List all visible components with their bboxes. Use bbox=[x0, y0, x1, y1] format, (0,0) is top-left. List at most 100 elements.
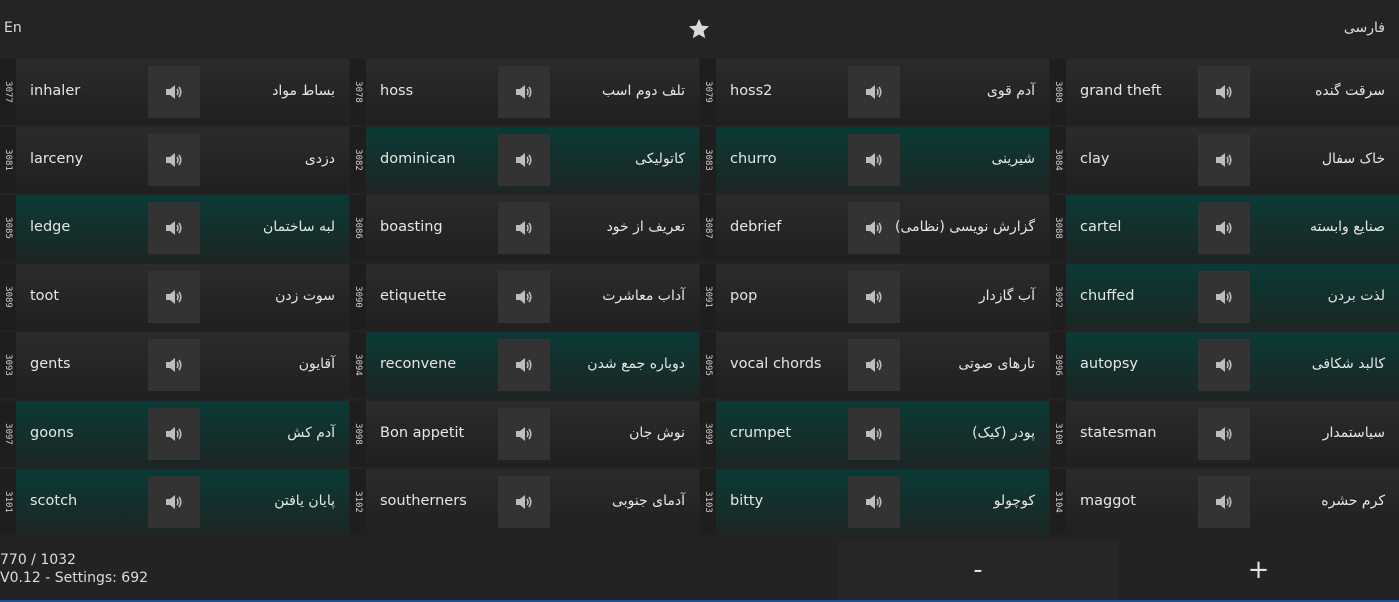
word-card[interactable]: 3089 toot سوت زدن bbox=[0, 264, 349, 330]
play-audio-button[interactable] bbox=[498, 339, 550, 391]
card-body[interactable]: scotch پایان یافتن bbox=[16, 469, 349, 535]
play-audio-button[interactable] bbox=[148, 339, 200, 391]
word-card[interactable]: 3097 goons آدم کش bbox=[0, 401, 349, 467]
word-card[interactable]: 3104 maggot کرم حشره bbox=[1050, 469, 1399, 535]
play-audio-button[interactable] bbox=[1198, 339, 1250, 391]
word-card[interactable]: 3096 autopsy کالبد شکافی bbox=[1050, 332, 1399, 398]
play-audio-button[interactable] bbox=[848, 271, 900, 323]
word-card[interactable]: 3101 scotch پایان یافتن bbox=[0, 469, 349, 535]
word-card[interactable]: 3095 vocal chords تارهای صوتی bbox=[700, 332, 1049, 398]
word-card[interactable]: 3077 inhaler بساط مواد bbox=[0, 59, 349, 125]
card-body[interactable]: southerners آدمای جنوبی bbox=[366, 469, 699, 535]
card-body[interactable]: maggot کرم حشره bbox=[1066, 469, 1399, 535]
play-audio-button[interactable] bbox=[498, 134, 550, 186]
word-card[interactable]: 3103 bitty کوچولو bbox=[700, 469, 1049, 535]
card-body[interactable]: inhaler بساط مواد bbox=[16, 59, 349, 125]
play-audio-button[interactable] bbox=[498, 408, 550, 460]
card-body[interactable]: hoss2 آدم قوی bbox=[716, 59, 1049, 125]
play-audio-button[interactable] bbox=[1198, 408, 1250, 460]
word-card[interactable]: 3098 Bon appetit نوش جان bbox=[350, 401, 699, 467]
word-card[interactable]: 3092 chuffed لذت بردن bbox=[1050, 264, 1399, 330]
card-body[interactable]: ledge لبه ساختمان bbox=[16, 195, 349, 261]
word-card[interactable]: 3083 churro شیرینی bbox=[700, 127, 1049, 193]
english-word: scotch bbox=[30, 493, 78, 509]
play-audio-button[interactable] bbox=[148, 476, 200, 528]
star-icon[interactable] bbox=[687, 18, 711, 40]
word-card[interactable]: 3100 statesman سیاستمدار bbox=[1050, 401, 1399, 467]
play-audio-button[interactable] bbox=[498, 202, 550, 254]
word-card[interactable]: 3094 reconvene دوباره جمع شدن bbox=[350, 332, 699, 398]
word-card[interactable]: 3093 gents آقایون bbox=[0, 332, 349, 398]
play-audio-button[interactable] bbox=[148, 202, 200, 254]
word-card[interactable]: 3081 larceny دزدی bbox=[0, 127, 349, 193]
card-body[interactable]: toot سوت زدن bbox=[16, 264, 349, 330]
card-body[interactable]: vocal chords تارهای صوتی bbox=[716, 332, 1049, 398]
card-body[interactable]: Bon appetit نوش جان bbox=[366, 401, 699, 467]
card-body[interactable]: churro شیرینی bbox=[716, 127, 1049, 193]
word-card[interactable]: 3078 hoss تلف دوم اسب bbox=[350, 59, 699, 125]
increase-button[interactable]: + bbox=[1118, 540, 1399, 600]
word-card[interactable]: 3087 debrief گزارش نویسی (نظامی) bbox=[700, 195, 1049, 261]
word-card[interactable]: 3086 boasting تعریف از خود bbox=[350, 195, 699, 261]
card-body[interactable]: gents آقایون bbox=[16, 332, 349, 398]
persian-word: آقایون bbox=[298, 356, 335, 372]
word-card[interactable]: 3079 hoss2 آدم قوی bbox=[700, 59, 1049, 125]
play-audio-button[interactable] bbox=[848, 476, 900, 528]
persian-word: سرقت گنده bbox=[1315, 83, 1385, 99]
card-body[interactable]: etiquette آداب معاشرت bbox=[366, 264, 699, 330]
card-body[interactable]: statesman سیاستمدار bbox=[1066, 401, 1399, 467]
play-audio-button[interactable] bbox=[498, 476, 550, 528]
play-audio-button[interactable] bbox=[148, 408, 200, 460]
play-audio-button[interactable] bbox=[148, 271, 200, 323]
play-audio-button[interactable] bbox=[498, 271, 550, 323]
card-body[interactable]: goons آدم کش bbox=[16, 401, 349, 467]
card-row: 3097 goons آدم کش 3098 Bon appetit نوش جان 309… bbox=[0, 401, 1399, 467]
card-body[interactable]: cartel صنایع وابسته bbox=[1066, 195, 1399, 261]
play-audio-button[interactable] bbox=[848, 134, 900, 186]
play-audio-button[interactable] bbox=[1198, 202, 1250, 254]
persian-word: آدم قوی bbox=[986, 83, 1035, 99]
persian-word: آب گازدار bbox=[978, 288, 1035, 304]
card-body[interactable]: grand theft سرقت گنده bbox=[1066, 59, 1399, 125]
play-audio-button[interactable] bbox=[1198, 476, 1250, 528]
card-body[interactable]: clay خاک سفال bbox=[1066, 127, 1399, 193]
english-word: hoss2 bbox=[730, 83, 773, 99]
play-audio-button[interactable] bbox=[1198, 271, 1250, 323]
decrease-button[interactable]: - bbox=[838, 540, 1118, 600]
card-body[interactable]: hoss تلف دوم اسب bbox=[366, 59, 699, 125]
english-word: dominican bbox=[380, 151, 456, 167]
card-body[interactable]: chuffed لذت بردن bbox=[1066, 264, 1399, 330]
word-card[interactable]: 3099 crumpet پودر (کیک) bbox=[700, 401, 1049, 467]
card-body[interactable]: reconvene دوباره جمع شدن bbox=[366, 332, 699, 398]
card-body[interactable]: boasting تعریف از خود bbox=[366, 195, 699, 261]
play-audio-button[interactable] bbox=[848, 202, 900, 254]
word-card[interactable]: 3085 ledge لبه ساختمان bbox=[0, 195, 349, 261]
persian-word: لذت بردن bbox=[1327, 288, 1385, 304]
language-english-toggle[interactable]: En bbox=[4, 20, 22, 36]
word-card[interactable]: 3102 southerners آدمای جنوبی bbox=[350, 469, 699, 535]
word-card[interactable]: 3088 cartel صنایع وابسته bbox=[1050, 195, 1399, 261]
word-card[interactable]: 3080 grand theft سرقت گنده bbox=[1050, 59, 1399, 125]
card-body[interactable]: pop آب گازدار bbox=[716, 264, 1049, 330]
card-body[interactable]: dominican کاتولیکی bbox=[366, 127, 699, 193]
card-number: 3100 bbox=[1050, 401, 1066, 467]
play-audio-button[interactable] bbox=[848, 339, 900, 391]
play-audio-button[interactable] bbox=[498, 66, 550, 118]
play-audio-button[interactable] bbox=[148, 66, 200, 118]
play-audio-button[interactable] bbox=[1198, 66, 1250, 118]
card-body[interactable]: bitty کوچولو bbox=[716, 469, 1049, 535]
card-body[interactable]: larceny دزدی bbox=[16, 127, 349, 193]
card-body[interactable]: crumpet پودر (کیک) bbox=[716, 401, 1049, 467]
play-audio-button[interactable] bbox=[848, 408, 900, 460]
card-number: 3099 bbox=[700, 401, 716, 467]
play-audio-button[interactable] bbox=[1198, 134, 1250, 186]
play-audio-button[interactable] bbox=[848, 66, 900, 118]
word-card[interactable]: 3090 etiquette آداب معاشرت bbox=[350, 264, 699, 330]
word-card[interactable]: 3084 clay خاک سفال bbox=[1050, 127, 1399, 193]
play-audio-button[interactable] bbox=[148, 134, 200, 186]
language-persian-toggle[interactable]: فارسی bbox=[1344, 20, 1385, 36]
card-body[interactable]: autopsy کالبد شکافی bbox=[1066, 332, 1399, 398]
word-card[interactable]: 3091 pop آب گازدار bbox=[700, 264, 1049, 330]
card-body[interactable]: debrief گزارش نویسی (نظامی) bbox=[716, 195, 1049, 261]
word-card[interactable]: 3082 dominican کاتولیکی bbox=[350, 127, 699, 193]
